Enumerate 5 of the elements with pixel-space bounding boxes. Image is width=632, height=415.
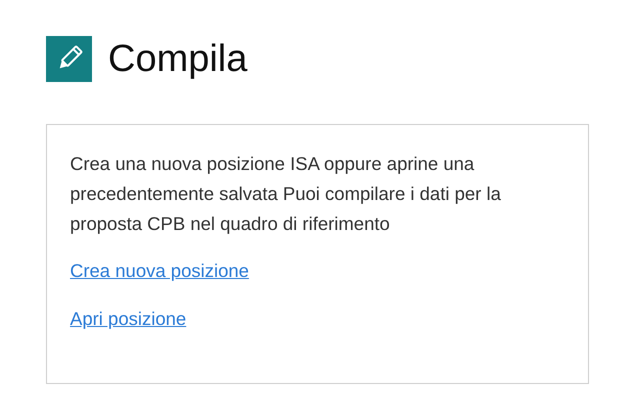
description-text: Crea una nuova posizione ISA oppure aprine una precedentemente salvata Puoi compilare i dati per la proposta CPB nel quadro di riferimento [70,152,502,236]
page-title: Compila [108,38,248,80]
link[interactable]: Crea nuova posizione [70,256,249,286]
link[interactable]: Apri posizione [70,304,186,334]
pencil-icon [46,36,92,82]
